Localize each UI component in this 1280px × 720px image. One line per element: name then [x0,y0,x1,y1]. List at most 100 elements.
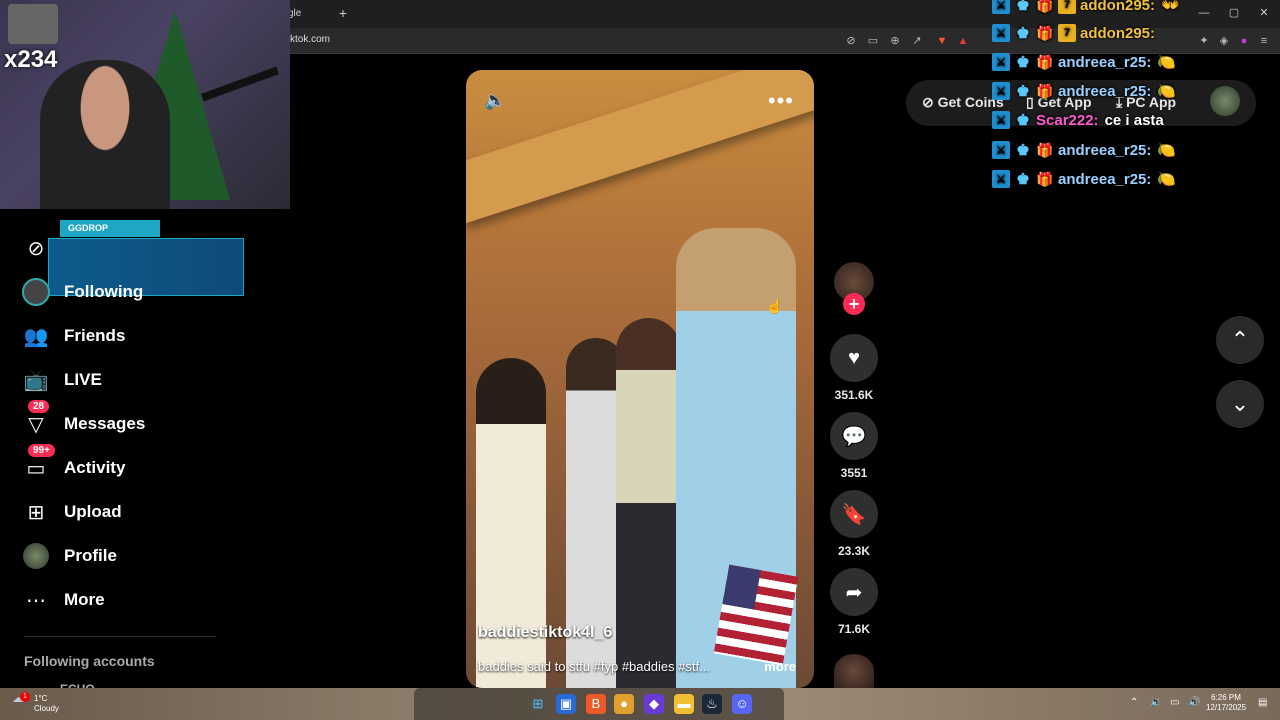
bookmark-icon[interactable]: 🔖 [830,490,878,538]
share-icon[interactable]: ↗ [909,33,925,49]
maximize-button[interactable]: ▢ [1222,4,1246,22]
compass-icon: ⊘ [27,237,45,260]
sidebar-item-activity[interactable]: ▭ 99+ Activity [20,444,126,484]
chat-username[interactable]: andreea_r25: [1058,142,1151,159]
volume-icon[interactable]: 🔈 [484,90,508,114]
chrome-icon[interactable]: ● [614,694,634,714]
next-video-button[interactable]: ⌄ [1216,380,1264,428]
file-explorer-icon[interactable]: ▬ [674,694,694,714]
emote-icon: 🍋 [1157,83,1177,100]
weather-text: 1°C Cloudy [34,694,59,714]
chevron-up-icon: ⌃ [1230,327,1250,352]
ai-icon[interactable]: ● [1236,33,1252,49]
chat-username[interactable]: addon295: [1080,25,1155,42]
windows-start-icon[interactable]: ⊞ [528,694,548,714]
share-arrow-icon[interactable]: ➦ [830,568,878,616]
next-video-avatar[interactable] [834,654,874,688]
close-window-button[interactable]: ✕ [1252,4,1276,22]
network-icon[interactable]: ▭ [1170,697,1179,708]
shield-icon[interactable]: ◈ [1216,33,1232,49]
chat-username[interactable]: andreea_r25: [1058,54,1151,71]
task-view-icon[interactable]: ▣ [556,694,576,714]
new-tab-button[interactable]: + [334,4,352,22]
sidebar-item-live[interactable]: 📺 LIVE [20,364,102,396]
sidebar-item-upload[interactable]: ⊞ Upload [20,496,122,528]
brave-icon[interactable]: B [586,694,606,714]
app-icon[interactable]: ◆ [644,694,664,714]
minimize-button[interactable]: — [1192,4,1216,22]
menu-icon[interactable]: ≡ [1256,33,1272,49]
previous-video-button[interactable]: ⌃ [1216,316,1264,364]
vip-icon: ♚ [1016,142,1030,159]
video-author[interactable]: baddiestiktok4l_6 [478,624,612,642]
notification-icon[interactable]: ▤ [1258,697,1267,708]
following-avatar-icon [20,276,52,308]
heart-icon[interactable]: ♥ [830,334,878,382]
sidebar-item-explore[interactable]: ⊘ [20,232,52,264]
save-action[interactable]: 🔖 23.3K [830,490,878,558]
share-action[interactable]: ➦ 71.6K [830,568,878,636]
sub-badge-icon: 7 [1058,0,1076,14]
more-options-icon[interactable]: ••• [768,88,794,114]
wallet-icon[interactable]: ✦ [1196,33,1212,49]
gift-icon: 🎁 [1036,170,1054,187]
messages-badge: 28 [28,400,50,413]
speaker-icon[interactable]: 🔉 [1150,697,1162,708]
vip-icon: ♚ [1016,171,1030,188]
zoom-icon[interactable]: ⊕ [887,33,903,49]
chat-username[interactable]: andreea_r25: [1058,171,1151,188]
mod-sword-icon: ⚔ [992,53,1010,71]
emote-icon: 🍋 [1157,142,1177,159]
rewards-icon[interactable]: ▲ [955,33,971,49]
sidebar-item-friends[interactable]: 👥 Friends [20,320,126,352]
system-clock[interactable]: 6:26 PM 12/17/2025 [1206,693,1246,713]
sidebar-item-more[interactable]: ⋯ More [20,584,105,616]
video-player[interactable]: 🔈 ••• baddiestiktok4l_6 baddies said to … [466,70,814,688]
vip-icon: ♚ [1016,25,1030,42]
sidebar-item-following[interactable]: Following [20,276,143,308]
clock-time: 6:26 PM [1211,693,1241,702]
taskbar-apps: ⊞ ▣ B ● ◆ ▬ ♨ ☺ [414,688,784,720]
emote-icon: 👐 [1161,0,1180,14]
chat-message: ⚔ ♚ 🎁 andreea_r25: 🍋 [992,139,1176,161]
activity-badge: 99+ [28,444,55,457]
chat-username[interactable]: andreea_r25: [1058,83,1151,100]
discord-icon[interactable]: ☺ [732,694,752,714]
sidebar-item-label: Activity [64,458,126,477]
vip-icon: ♚ [1016,54,1030,71]
sidebar-item-profile[interactable]: Profile [20,540,117,572]
user-avatar[interactable] [1210,86,1240,116]
weather-badge: 1 [20,692,30,702]
mod-sword-icon: ⚔ [992,111,1010,129]
chat-message: ⚔ ♚ 🎁 7 addon295: 👐 [992,0,1180,16]
vip-icon: ♚ [1016,112,1030,129]
following-accounts-title: Following accounts [24,653,155,669]
weather-temp: 1°C [34,694,48,703]
volume-icon[interactable]: 🔊 [1188,697,1200,708]
weather-condition: Cloudy [34,704,59,713]
steam-icon[interactable]: ♨ [702,694,722,714]
sidebar-item-label: Profile [64,546,117,565]
chevron-up-icon[interactable]: ⌃ [1130,697,1138,708]
gift-icon: 🎁 [1036,141,1054,158]
chat-message: ⚔ ♚ Scar222: ce i asta [992,109,1164,131]
chat-username[interactable]: Scar222: [1036,112,1099,129]
vip-icon: ♚ [1016,0,1030,14]
comment-action[interactable]: 💬 3551 [830,412,878,480]
sidebar-item-messages[interactable]: ▽ 28 Messages [20,400,145,440]
person-image [616,318,681,688]
comment-icon[interactable]: 💬 [830,412,878,460]
no-tracking-icon[interactable]: ⊘ [843,33,859,49]
cast-icon[interactable]: ▭ [865,33,881,49]
chat-username[interactable]: addon295: [1080,0,1155,14]
follow-button[interactable]: + [843,293,865,315]
like-action[interactable]: ♥ 351.6K [830,334,878,402]
chat-message: ⚔ ♚ 🎁 7 addon295: [992,22,1155,44]
url-field[interactable]: ktok.com [290,34,330,45]
activity-icon: ▭ 99+ [20,444,55,484]
clock-date: 12/17/2025 [1206,703,1247,712]
chat-message: ⚔ ♚ 🎁 andreea_r25: 🍋 [992,80,1176,102]
more-link[interactable]: more [764,659,796,674]
brave-shield-icon[interactable]: ▼ [934,33,950,49]
mod-sword-icon: ⚔ [992,0,1010,14]
